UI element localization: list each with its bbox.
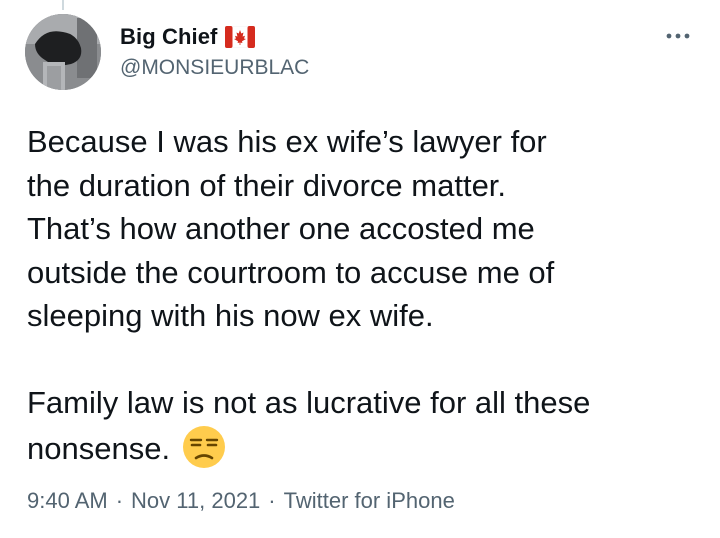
meta-separator: · — [115, 488, 124, 513]
tweet-source[interactable]: Twitter for iPhone — [284, 488, 455, 514]
avatar-image — [25, 14, 101, 90]
tweet-text: Because I was his ex wife’s lawyer for t… — [27, 120, 707, 470]
tweet-paragraph-1: Because I was his ex wife’s lawyer for t… — [27, 124, 555, 333]
tweet-date[interactable]: Nov 11, 2021 — [131, 488, 260, 514]
tweet-time[interactable]: 9:40 AM — [27, 488, 108, 514]
user-handle[interactable]: @MONSIEURBLAC — [120, 56, 309, 80]
tweet-paragraph-2: Family law is not as lucrative for all t… — [27, 381, 707, 470]
meta-separator: · — [268, 488, 276, 513]
canada-flag-icon — [225, 25, 256, 49]
unamused-face-icon — [182, 425, 226, 469]
more-options-icon[interactable] — [662, 22, 694, 50]
thread-line — [62, 0, 64, 10]
tweet-paragraph-2-text: Family law is not as lucrative for all t… — [27, 385, 591, 466]
display-name[interactable]: Big Chief — [120, 24, 217, 50]
avatar[interactable] — [25, 14, 101, 90]
tweet-metadata: 9:40 AM · Nov 11, 2021 · Twitter for iPh… — [27, 488, 455, 514]
